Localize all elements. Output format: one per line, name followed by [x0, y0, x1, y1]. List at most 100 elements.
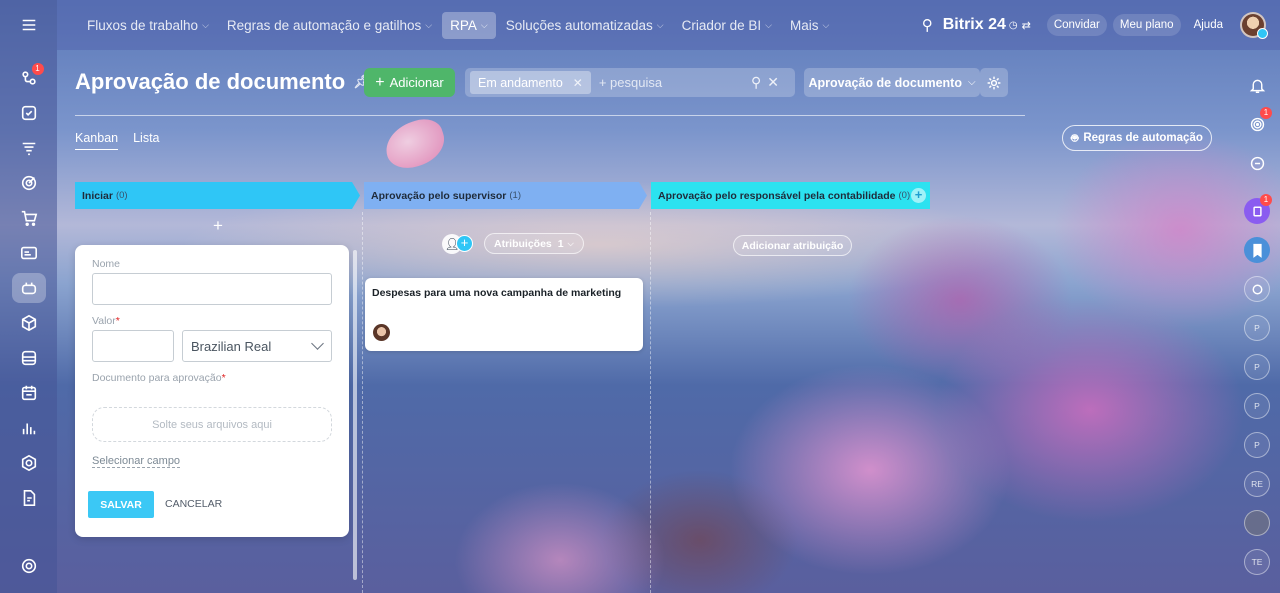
add-column-icon[interactable]: + [911, 188, 926, 203]
help-button[interactable]: Ajuda [1187, 14, 1230, 36]
close-icon[interactable]: ✕ [573, 76, 583, 90]
automation-flow-icon[interactable]: 1 [12, 63, 46, 93]
group-avatar[interactable] [1244, 510, 1270, 536]
menu-label: RPA [450, 17, 477, 33]
contacts-card-icon[interactable] [12, 238, 46, 268]
brand-logo[interactable]: Bitrix 24 [943, 16, 1006, 34]
settings-gear-icon[interactable] [12, 551, 46, 581]
swap-icon[interactable]: ⇄ [1022, 19, 1031, 32]
menu-rpa[interactable]: RPA ⌵ [442, 11, 496, 39]
filter-chip[interactable]: Em andamento ✕ [470, 71, 591, 94]
tasks-icon[interactable] [12, 98, 46, 128]
search-input[interactable]: + pesquisa [599, 75, 751, 90]
copilot-icon[interactable] [1244, 276, 1270, 302]
add-item-plus-icon[interactable]: + [213, 216, 223, 236]
add-button[interactable]: + Adicionar [364, 68, 455, 97]
task-card-title: Despesas para uma nova campanha de marke… [372, 287, 622, 299]
user-avatar-te[interactable]: TE [1244, 549, 1270, 575]
chevron-down-icon: ⌵ [480, 19, 488, 30]
required-marker: * [115, 315, 120, 327]
add-assignment-button[interactable]: Adicionar atribuição [733, 235, 852, 256]
assignments-button[interactable]: Atribuições 1 ⌵ [484, 233, 584, 254]
assignments-count: 1 [557, 237, 564, 250]
currency-select[interactable]: Brazilian Real [182, 330, 332, 362]
file-drop-zone[interactable]: Solte seus arquivos aqui [92, 407, 332, 442]
column-title: Aprovação pelo responsável pela contabil… [658, 189, 896, 202]
user-avatar-p2[interactable]: P [1244, 354, 1270, 380]
automation-rules-button[interactable]: 🤖︎ Regras de automação [1062, 125, 1212, 151]
menu-more[interactable]: Mais ⌵ [782, 12, 837, 39]
tab-kanban[interactable]: Kanban [75, 131, 119, 150]
menu-automation-rules[interactable]: Regras de automação e gatilhos ⌵ [219, 12, 440, 39]
add-assignee-icon[interactable]: + [456, 234, 473, 252]
document-edit-icon[interactable] [12, 483, 46, 513]
select-field-link[interactable]: Selecionar campo [92, 455, 181, 468]
tab-list[interactable]: Lista [133, 131, 159, 150]
settings-button[interactable] [980, 68, 1008, 97]
header-divider [75, 115, 1025, 116]
column-count: (1) [509, 190, 522, 201]
calendar-icon[interactable] [12, 378, 46, 408]
menu-bi-builder[interactable]: Criador de BI ⌵ [674, 12, 780, 39]
column-header-start[interactable]: Iniciar (0) [75, 182, 360, 209]
inbox-icon[interactable] [12, 343, 46, 373]
column-header-accounting[interactable]: Aprovação pelo responsável pela contabil… [651, 182, 930, 209]
column-count: (0) [115, 190, 128, 201]
column-header-supervisor[interactable]: Aprovação pelo supervisor (1) [364, 182, 647, 209]
funnel-icon[interactable] [12, 133, 46, 163]
user-avatar-re[interactable]: RE [1244, 471, 1270, 497]
hexagon-icon[interactable] [12, 448, 46, 478]
menu-label: Mais [790, 17, 819, 33]
task-card[interactable]: Despesas para uma nova campanha de marke… [365, 278, 643, 351]
topbar-right: ⚲ Bitrix 24 ◷ ⇄ Convidar Meu plano Ajuda [922, 0, 1280, 50]
analytics-icon[interactable] [12, 413, 46, 443]
user-avatar-p3[interactable]: P [1244, 393, 1270, 419]
user-avatar[interactable] [1240, 12, 1268, 39]
user-avatar-p1[interactable]: P [1244, 315, 1270, 341]
menu-automated-solutions[interactable]: Soluções automatizadas ⌵ [498, 12, 672, 39]
menu-label: Criador de BI [681, 17, 762, 33]
chevron-down-icon: ⌵ [202, 19, 209, 30]
category-selector[interactable]: Aprovação de documento ⌵ [804, 68, 980, 97]
menu-icon[interactable] [12, 10, 46, 40]
decorative-petal [379, 113, 451, 175]
bookmark-icon[interactable] [1244, 237, 1270, 263]
bell-icon[interactable] [1244, 72, 1270, 98]
search-icon[interactable]: ⚲ [922, 16, 933, 34]
status-check-icon [1257, 28, 1268, 39]
cancel-button[interactable]: CANCELAR [165, 498, 222, 510]
fingerprint-icon[interactable]: 1 [1244, 107, 1272, 137]
save-button[interactable]: SALVAR [88, 491, 154, 518]
chevron-down-icon: ⌵ [656, 19, 664, 30]
column-divider [362, 212, 363, 593]
document-label-text: Documento para aprovação [92, 372, 222, 384]
search-clear-icons[interactable]: ⚲✕ [751, 74, 785, 91]
value-label-text: Valor [92, 315, 116, 327]
column-title: Aprovação pelo supervisor [371, 189, 507, 202]
target-icon[interactable] [12, 168, 46, 198]
filter-chip-label: Em andamento [478, 75, 563, 90]
filter-search-box[interactable]: Em andamento ✕ + pesquisa ⚲✕ [465, 68, 795, 97]
robot-icon: 🤖︎ [1071, 130, 1079, 145]
invite-button[interactable]: Convidar [1046, 14, 1107, 36]
user-avatar-p4[interactable]: P [1244, 432, 1270, 458]
view-tabs: Kanban Lista [75, 131, 175, 150]
page-title: Aprovação de documento 📌︎ [75, 69, 370, 95]
robot-icon[interactable] [11, 273, 46, 303]
menu-workflows[interactable]: Fluxos de trabalho ⌵ [79, 12, 217, 39]
chat-search-icon[interactable] [1244, 150, 1270, 176]
right-sidebar: 1 1 P P P P RE TE [1234, 50, 1280, 593]
value-amount-input[interactable] [92, 330, 174, 362]
approval-app-icon[interactable]: 1 [1244, 194, 1272, 224]
cart-icon[interactable] [12, 203, 46, 233]
column-scrollbar[interactable] [353, 250, 357, 580]
name-input[interactable] [92, 273, 332, 305]
value-label: Valor* [92, 315, 120, 327]
assignee-avatar[interactable]: 👤︎ + [442, 233, 473, 254]
plus-icon: + [375, 73, 385, 91]
notification-counter: 1 [1260, 107, 1272, 119]
avatar[interactable] [373, 324, 390, 341]
cube-icon[interactable] [12, 308, 46, 338]
my-plan-button[interactable]: Meu plano [1112, 14, 1181, 36]
required-marker: * [221, 372, 226, 384]
